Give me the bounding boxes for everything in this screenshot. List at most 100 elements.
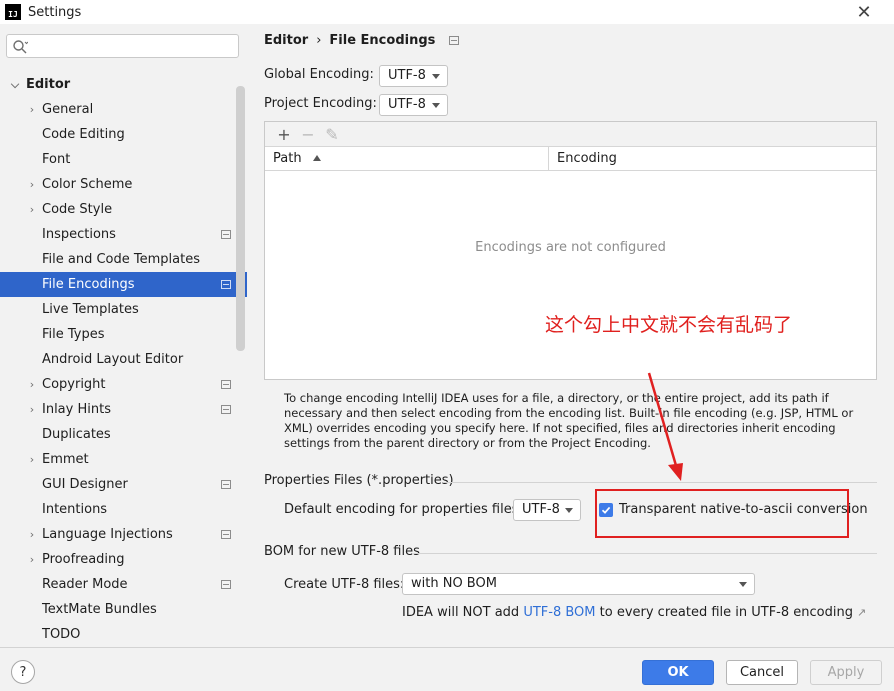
column-header-path-label: Path <box>273 151 302 166</box>
sidebar-item-duplicates[interactable]: Duplicates <box>0 422 247 447</box>
sidebar-item-code-editing[interactable]: Code Editing <box>0 122 247 147</box>
column-header-encoding[interactable]: Encoding <box>549 147 617 171</box>
sidebar-item-label: Proofreading <box>42 552 125 567</box>
sidebar-item-file-types[interactable]: File Types <box>0 322 247 347</box>
chevron-right-icon[interactable]: › <box>26 397 38 422</box>
sidebar-item-file-encodings[interactable]: File Encodings <box>0 272 247 297</box>
table-toolbar: + − ✎ <box>265 122 876 147</box>
help-button[interactable]: ? <box>11 660 35 684</box>
sidebar-item-label: Inlay Hints <box>42 402 111 417</box>
sidebar-item-inspections[interactable]: Inspections <box>0 222 247 247</box>
chevron-right-icon[interactable]: › <box>26 172 38 197</box>
sidebar-item-file-and-code-templates[interactable]: File and Code Templates <box>0 247 247 272</box>
sidebar-item-reader-mode[interactable]: Reader Mode <box>0 572 247 597</box>
sidebar-item-label: General <box>42 102 94 117</box>
sidebar-item-inlay-hints[interactable]: › Inlay Hints <box>0 397 247 422</box>
chevron-right-icon[interactable]: › <box>26 97 38 122</box>
settings-search-input[interactable] <box>6 34 239 58</box>
sidebar-scrollbar[interactable] <box>236 86 245 351</box>
dropdown-arrow-icon <box>565 508 573 513</box>
sidebar-item-label: Android Layout Editor <box>42 352 184 367</box>
tree-item-label: Editor <box>26 77 71 92</box>
sidebar-item-label: File Encodings <box>42 277 135 292</box>
title-bar: IJ Settings ✕ <box>0 0 894 24</box>
file-encodings-panel: Editor › File Encodings Global Encoding:… <box>247 24 894 647</box>
sidebar-item-label: Copyright <box>42 377 106 392</box>
project-scope-icon <box>221 580 231 589</box>
create-utf8-files-label: Create UTF-8 files: <box>284 577 405 592</box>
project-scope-icon <box>221 530 231 539</box>
settings-sidebar: ⌵ Editor › General Code Editing Font › Color … <box>0 24 247 647</box>
dropdown-arrow-icon <box>432 74 440 79</box>
default-properties-encoding-label: Default encoding for properties files: <box>284 502 523 517</box>
project-encoding-value: UTF-8 <box>388 97 426 112</box>
tree-item-editor[interactable]: ⌵ Editor <box>0 72 247 97</box>
table-header: Path Encoding <box>265 147 876 171</box>
project-scope-icon <box>221 405 231 414</box>
dialog-button-bar: ? OK Cancel Apply <box>0 647 894 691</box>
project-scope-icon <box>221 380 231 389</box>
red-annotation-arrow <box>647 372 683 481</box>
search-icon <box>13 40 28 54</box>
sidebar-item-label: Font <box>42 152 71 167</box>
ok-button[interactable]: OK <box>642 660 714 685</box>
chevron-right-icon[interactable]: › <box>26 447 38 472</box>
remove-icon[interactable]: − <box>296 124 320 144</box>
sidebar-item-proofreading[interactable]: › Proofreading <box>0 547 247 572</box>
chevron-right-icon[interactable]: › <box>26 522 38 547</box>
sidebar-item-label: Live Templates <box>42 302 139 317</box>
project-scope-icon <box>221 280 231 289</box>
sidebar-item-label: Intentions <box>42 502 108 517</box>
sidebar-item-label: Inspections <box>42 227 116 242</box>
chevron-right-icon[interactable]: › <box>26 547 38 572</box>
table-empty-text: Encodings are not configured <box>475 240 666 255</box>
sidebar-item-label: TODO <box>42 627 81 642</box>
sidebar-item-font[interactable]: Font <box>0 147 247 172</box>
cancel-button[interactable]: Cancel <box>726 660 798 685</box>
sidebar-item-code-style[interactable]: › Code Style <box>0 197 247 222</box>
sidebar-item-label: TextMate Bundles <box>42 602 157 617</box>
project-encoding-label: Project Encoding: <box>264 96 377 111</box>
bom-note-prefix: IDEA will NOT add <box>402 605 524 620</box>
external-link-icon: ↗ <box>856 606 867 619</box>
path-encoding-table: + − ✎ Path Encoding Encodings are not co… <box>264 121 877 380</box>
sidebar-item-live-templates[interactable]: Live Templates <box>0 297 247 322</box>
default-properties-encoding-combo[interactable]: UTF-8 <box>513 499 581 521</box>
chevron-right-icon[interactable]: › <box>26 372 38 397</box>
dropdown-arrow-icon <box>739 582 747 587</box>
sidebar-item-general[interactable]: › General <box>0 97 247 122</box>
utf8-bom-link[interactable]: UTF-8 BOM <box>523 605 595 620</box>
sidebar-item-intentions[interactable]: Intentions <box>0 497 247 522</box>
sidebar-item-label: Code Editing <box>42 127 125 142</box>
bom-section-title: BOM for new UTF-8 files <box>264 544 420 559</box>
sidebar-item-todo[interactable]: TODO <box>0 622 247 647</box>
close-icon[interactable]: ✕ <box>852 0 876 24</box>
sidebar-item-textmate-bundles[interactable]: TextMate Bundles <box>0 597 247 622</box>
sidebar-item-copyright[interactable]: › Copyright <box>0 372 247 397</box>
global-encoding-label: Global Encoding: <box>264 67 374 82</box>
column-header-path[interactable]: Path <box>265 147 549 171</box>
create-utf8-files-combo[interactable]: with NO BOM <box>402 573 755 595</box>
sidebar-item-language-injections[interactable]: › Language Injections <box>0 522 247 547</box>
sidebar-item-label: Emmet <box>42 452 89 467</box>
default-properties-encoding-value: UTF-8 <box>522 502 560 517</box>
sidebar-item-gui-designer[interactable]: GUI Designer <box>0 472 247 497</box>
edit-icon[interactable]: ✎ <box>320 124 344 144</box>
sidebar-item-android-layout-editor[interactable]: Android Layout Editor <box>0 347 247 372</box>
global-encoding-combo[interactable]: UTF-8 <box>379 65 448 87</box>
breadcrumb-separator: › <box>316 33 322 48</box>
project-scope-icon <box>221 230 231 239</box>
chevron-down-icon[interactable]: ⌵ <box>9 72 21 97</box>
apply-button[interactable]: Apply <box>810 660 882 685</box>
sidebar-item-color-scheme[interactable]: › Color Scheme <box>0 172 247 197</box>
sidebar-item-label: Color Scheme <box>42 177 133 192</box>
sidebar-item-emmet[interactable]: › Emmet <box>0 447 247 472</box>
bom-note-suffix: to every created file in UTF-8 encoding <box>595 605 853 620</box>
intellij-app-icon: IJ <box>5 4 21 20</box>
sort-ascending-icon <box>312 155 321 161</box>
project-encoding-combo[interactable]: UTF-8 <box>379 94 448 116</box>
breadcrumb-parent[interactable]: Editor <box>264 33 308 48</box>
project-scope-icon <box>221 480 231 489</box>
add-icon[interactable]: + <box>272 124 296 144</box>
chevron-right-icon[interactable]: › <box>26 197 38 222</box>
